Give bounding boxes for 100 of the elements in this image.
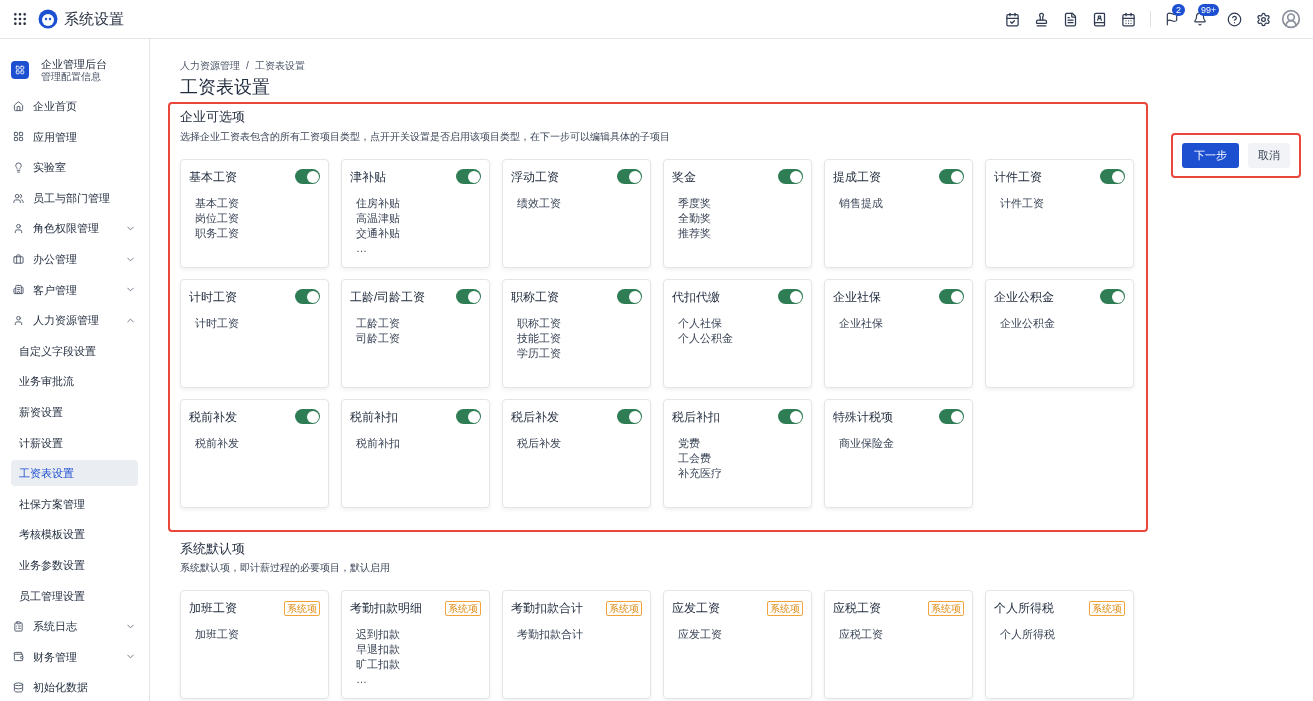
toggle-switch[interactable] <box>617 289 642 304</box>
sub-item-text: 考勤扣款合计 <box>517 627 584 642</box>
sub-item-text: 工会费 <box>678 450 712 466</box>
sidebar-item[interactable]: 系统日志 <box>0 611 149 642</box>
help-icon[interactable] <box>1227 11 1242 27</box>
toggle-switch[interactable] <box>617 409 642 424</box>
sub-item-text: 早退扣款 <box>356 642 401 657</box>
document-icon[interactable] <box>1063 11 1078 27</box>
sub-item-text: 税前补发 <box>195 435 240 451</box>
sidebar-subitem[interactable]: 员工管理设置 <box>11 582 138 609</box>
sub-item-text: 商业保险金 <box>839 435 895 451</box>
sub-item-text: 税前补扣 <box>356 435 401 451</box>
card-title: 税后补扣 <box>672 408 720 426</box>
sub-item-text: 个人所得税 <box>1000 627 1056 642</box>
org-subtitle: 管理配置信息 <box>41 71 102 83</box>
notification-count: 2 <box>1172 4 1185 16</box>
sidebar-item[interactable]: 企业首页 <box>0 91 149 122</box>
toggle-switch[interactable] <box>295 289 320 304</box>
sub-item-text: 绩效工资 <box>517 195 562 211</box>
sub-item-text: 旷工扣款 <box>356 657 401 672</box>
card-title: 加班工资 <box>189 600 237 617</box>
sidebar-subitem[interactable]: 业务审批流 <box>11 368 138 395</box>
card-title: 基本工资 <box>189 168 237 186</box>
sidebar-subitem[interactable]: 工资表设置 <box>11 460 138 487</box>
sidebar-subitem[interactable]: 计薪设置 <box>11 429 138 456</box>
calendar-icon[interactable] <box>1121 11 1136 27</box>
toggle-switch[interactable] <box>295 409 320 424</box>
user-icon <box>13 223 24 235</box>
sidebar-item[interactable]: 客户管理 <box>0 274 149 306</box>
calendar-check-icon[interactable] <box>1005 11 1020 27</box>
card-title: 计时工资 <box>189 288 237 306</box>
system-item-tag: 系统项 <box>445 600 481 616</box>
sidebar-item[interactable]: 财务管理 <box>0 641 149 673</box>
toggle-switch[interactable] <box>939 169 964 184</box>
breadcrumb-separator: / <box>246 59 249 73</box>
system-item-tag: 系统项 <box>928 600 964 616</box>
sub-item-text: 基本工资 <box>195 195 240 211</box>
section-title: 企业可选项 <box>180 108 246 126</box>
toggle-switch[interactable] <box>939 409 964 424</box>
system-item-tag: 系统项 <box>606 600 642 616</box>
sidebar-item[interactable]: 初始化数据 <box>0 672 149 701</box>
card-title: 考勤扣款明细 <box>350 600 422 617</box>
toggle-switch[interactable] <box>456 409 481 424</box>
sub-item-text: 高温津贴 <box>356 210 401 226</box>
sidebar-subitem[interactable]: 薪资设置 <box>11 399 138 426</box>
next-step-button[interactable]: 下一步 <box>1182 143 1239 168</box>
toggle-switch[interactable] <box>456 289 481 304</box>
breadcrumb-link[interactable]: 人力资源管理 <box>180 58 240 73</box>
card-title: 津补贴 <box>350 168 386 186</box>
flag-icon[interactable] <box>1165 12 1179 26</box>
app-grid-icon[interactable] <box>12 11 28 27</box>
card-title: 代扣代缴 <box>672 288 720 306</box>
wallet-icon <box>13 651 24 663</box>
sub-item-text: 交通补贴 <box>356 225 401 241</box>
bell-icon[interactable] <box>1193 12 1207 26</box>
sub-item-text: 计时工资 <box>195 315 240 331</box>
notification-count: 99+ <box>1198 4 1220 16</box>
sidebar-item[interactable]: 人力资源管理 <box>0 305 149 336</box>
sidebar-subitem[interactable]: 自定义字段设置 <box>11 338 138 365</box>
avatar-icon[interactable] <box>1281 9 1301 29</box>
sub-item-text: 应发工资 <box>678 627 723 642</box>
stamp-icon[interactable] <box>1034 11 1049 27</box>
sub-item-text: 计件工资 <box>1000 195 1045 211</box>
sub-item-text: 企业社保 <box>839 315 884 331</box>
toggle-switch[interactable] <box>295 169 320 184</box>
toggle-switch[interactable] <box>778 289 803 304</box>
toggle-switch[interactable] <box>939 289 964 304</box>
sub-item-text: 应税工资 <box>839 627 884 642</box>
card-title: 税前补发 <box>189 408 237 426</box>
sub-item-text: 个人公积金 <box>678 330 734 346</box>
sub-item-text: 技能工资 <box>517 330 562 346</box>
sub-item-text: 季度奖 <box>678 195 712 211</box>
org-logo-icon <box>11 61 29 79</box>
toggle-switch[interactable] <box>1100 169 1125 184</box>
settings-icon[interactable] <box>1256 11 1271 27</box>
card-title: 应税工资 <box>833 600 881 617</box>
toggle-switch[interactable] <box>456 169 481 184</box>
phone-book-icon[interactable] <box>1092 11 1107 27</box>
breadcrumb-link[interactable]: 工资表设置 <box>254 58 305 73</box>
system-item-tag: 系统项 <box>284 600 320 616</box>
sidebar-item[interactable]: 办公管理 <box>0 243 149 275</box>
app-title: 系统设置 <box>64 8 124 29</box>
sidebar-item[interactable]: 应用管理 <box>0 121 149 153</box>
sub-item-text: 企业公积金 <box>1000 315 1056 331</box>
sidebar-subitem[interactable]: 社保方案管理 <box>11 491 138 517</box>
sidebar-subitem[interactable]: 考核模板设置 <box>11 521 138 548</box>
toggle-switch[interactable] <box>617 169 642 184</box>
sub-item-text: 全勤奖 <box>678 210 712 226</box>
sidebar-item[interactable]: 角色权限管理 <box>0 213 149 244</box>
card-title: 应发工资 <box>672 600 720 617</box>
card-title: 企业社保 <box>833 288 881 306</box>
toggle-switch[interactable] <box>778 409 803 424</box>
cancel-button[interactable]: 取消 <box>1248 143 1290 168</box>
users-icon <box>13 192 24 204</box>
toggle-switch[interactable] <box>1100 289 1125 304</box>
sidebar-item[interactable]: 实验室 <box>0 152 149 183</box>
toggle-switch[interactable] <box>778 169 803 184</box>
sub-item-text: 销售提成 <box>839 195 884 211</box>
sidebar-subitem[interactable]: 业务参数设置 <box>11 552 138 579</box>
sidebar-item[interactable]: 员工与部门管理 <box>0 182 149 214</box>
